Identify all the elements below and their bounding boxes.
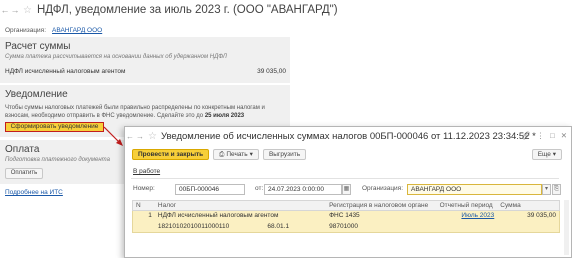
- table-scrollbar[interactable]: [564, 200, 569, 255]
- calc-row: НДФЛ исчисленный налоговым агентом 39 03…: [0, 60, 290, 75]
- dropdown-icon[interactable]: ▾: [542, 184, 551, 195]
- status-link[interactable]: В работе: [133, 168, 160, 175]
- calc-heading: Расчет суммы: [5, 41, 71, 52]
- window-title: Уведомление об исчисленных суммах налого…: [160, 130, 536, 142]
- window-favorite-icon[interactable]: ☆: [148, 131, 157, 142]
- window-toolbar: Провести и закрыть ⎙ Печать ▾ Выгрузить: [132, 149, 307, 160]
- number-field[interactable]: 00БП-000046: [175, 184, 245, 195]
- calc-section: Расчет суммы Сумма платежа рассчитываетс…: [0, 37, 290, 83]
- tax-table: N Налог Регистрация в налоговом органе О…: [132, 200, 560, 233]
- window-forward-icon[interactable]: →: [135, 130, 145, 142]
- create-notice-button[interactable]: Сформировать уведомление: [5, 122, 104, 132]
- header-fields: Номер: 00БП-000046 от: 24.07.2023 0:00:0…: [133, 184, 563, 195]
- close-icon[interactable]: ✕: [561, 131, 567, 140]
- notice-deadline: 25 июля 2023: [204, 113, 245, 119]
- print-label: Печать: [226, 151, 248, 158]
- forward-arrow-icon[interactable]: →: [10, 4, 20, 16]
- row-tax: НДФЛ исчисленный налоговым агентом: [157, 212, 279, 219]
- pay-button[interactable]: Оплатить: [5, 168, 43, 179]
- row-kbk: 18210102010011000110: [157, 223, 230, 230]
- more-button[interactable]: Еще ▾: [531, 149, 562, 160]
- organization-label: Организация:: [5, 27, 47, 34]
- number-label: Номер:: [133, 185, 155, 192]
- its-link[interactable]: Подробнее на ИТС: [5, 189, 63, 196]
- post-and-close-button[interactable]: Провести и закрыть: [132, 149, 210, 160]
- open-link-icon[interactable]: ⎘: [552, 184, 561, 195]
- window-back-icon[interactable]: ←: [125, 130, 135, 142]
- window-controls: 🔗︎ ⋮ □ ✕: [521, 131, 567, 140]
- col-sum[interactable]: Сумма: [497, 201, 559, 210]
- calc-row-value: 39 035,00: [257, 68, 286, 75]
- notice-text-line1: Чтобы суммы налоговых платежей были прав…: [5, 105, 265, 111]
- row-period-link[interactable]: Июль 2023: [461, 212, 494, 219]
- calc-row-label: НДФЛ исчисленный налоговым агентом: [5, 68, 126, 75]
- notice-window: ← → ☆ Уведомление об исчисленных суммах …: [124, 126, 572, 258]
- print-button[interactable]: ⎙ Печать ▾: [213, 149, 259, 160]
- chevron-down-icon: ▾: [249, 151, 253, 158]
- calc-hint: Сумма платежа рассчитывается на основани…: [5, 54, 227, 60]
- notice-text: Чтобы суммы налоговых платежей были прав…: [0, 100, 290, 120]
- notice-text-line2: взносам, необходимо отправить в ФНС увед…: [5, 113, 204, 119]
- row-sum: 39 035,00: [527, 212, 556, 219]
- organization-row: Организация: АВАНГАРД ООО: [5, 27, 102, 34]
- col-period[interactable]: Отчетный период: [437, 201, 498, 210]
- row-account: 68.01.1: [267, 223, 290, 230]
- col-tax[interactable]: Налог: [155, 201, 326, 210]
- row-oktmo: 98701000: [329, 223, 359, 230]
- col-n[interactable]: N: [133, 201, 155, 210]
- more-label: Еще: [537, 151, 551, 158]
- form-title: НДФЛ, уведомление за июль 2023 г. (ООО "…: [36, 4, 338, 16]
- date-field[interactable]: 24.07.2023 0:00:00: [264, 184, 342, 195]
- divider: [131, 178, 559, 179]
- window-titlebar: ← → ☆ Уведомление об исчисленных суммах …: [125, 127, 571, 145]
- row-detail-sum: [497, 222, 559, 232]
- col-registration[interactable]: Регистрация в налоговом органе: [326, 201, 436, 210]
- more-chevron-icon: ▾: [552, 151, 556, 158]
- organization-link[interactable]: АВАНГАРД ООО: [52, 27, 102, 34]
- back-arrow-icon[interactable]: ←: [0, 4, 10, 16]
- table-header: N Налог Регистрация в налоговом органе О…: [132, 200, 560, 211]
- table-row-detail[interactable]: 18210102010011000110 68.01.1 98701000: [132, 222, 560, 233]
- form-header: ← → ☆ НДФЛ, уведомление за июль 2023 г. …: [0, 0, 572, 20]
- row-period: Июль 2023: [437, 211, 498, 222]
- link-icon[interactable]: 🔗︎: [521, 131, 531, 140]
- organization-field-label: Организация:: [362, 185, 404, 192]
- favorite-star-icon[interactable]: ☆: [23, 5, 32, 16]
- notice-heading: Уведомление: [5, 89, 68, 100]
- more-vert-icon[interactable]: ⋮: [537, 131, 545, 140]
- organization-field[interactable]: АВАНГАРД ООО: [407, 184, 542, 195]
- row-detail-period: [437, 222, 498, 232]
- row-number: 1: [148, 212, 152, 219]
- row-detail-spacer: [133, 222, 155, 232]
- date-label: от:: [255, 185, 264, 192]
- calendar-icon[interactable]: ▦: [342, 184, 351, 195]
- upload-button[interactable]: Выгрузить: [262, 149, 307, 160]
- table-row[interactable]: 1 НДФЛ исчисленный налоговым агентом ФНС…: [132, 211, 560, 222]
- maximize-icon[interactable]: □: [550, 131, 555, 140]
- row-registration: ФНС 1435: [329, 212, 360, 219]
- printer-icon: ⎙: [219, 151, 225, 158]
